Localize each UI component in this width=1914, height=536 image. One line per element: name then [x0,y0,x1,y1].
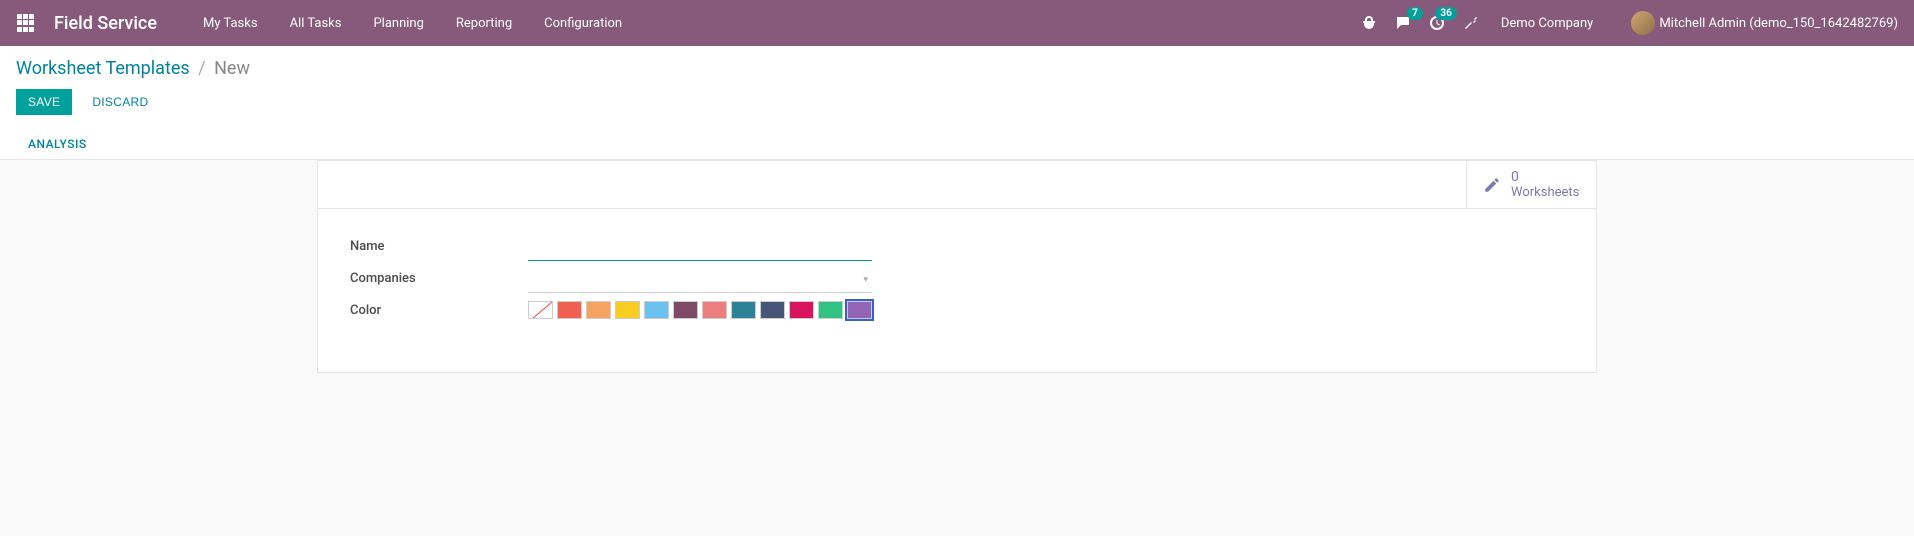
user-name-label: Mitchell Admin (demo_150_1642482769) [1659,16,1898,31]
breadcrumb-current: New [214,58,250,79]
systray: 7 36 Demo Company Mitchell Admin (demo_1… [1361,11,1898,35]
breadcrumb: Worksheet Templates / New [16,58,1898,79]
menu-planning[interactable]: Planning [357,0,439,46]
color-swatch-6[interactable] [702,301,727,319]
color-picker [528,301,872,319]
activities-badge: 36 [1435,7,1456,20]
action-buttons: Save Discard [16,89,1898,115]
menu-configuration[interactable]: Configuration [528,0,638,46]
content-area: 0 Worksheets Name Companies [0,160,1914,397]
app-title[interactable]: Field Service [54,13,157,34]
color-swatch-0[interactable] [528,301,553,319]
debug-icon[interactable] [1361,15,1377,31]
color-swatch-11[interactable] [847,301,872,319]
button-box: 0 Worksheets [318,161,1596,209]
color-swatch-5[interactable] [673,301,698,319]
name-label: Name [350,233,520,265]
form-body: Name Companies ▾ [318,209,1596,372]
worksheets-label: Worksheets [1511,185,1579,200]
worksheets-stat-button[interactable]: 0 Worksheets [1466,161,1596,208]
company-switcher[interactable]: Demo Company [1501,16,1593,31]
menu-all-tasks[interactable]: All Tasks [274,0,358,46]
user-menu[interactable]: Mitchell Admin (demo_150_1642482769) [1631,11,1898,35]
discard-button[interactable]: Discard [80,89,160,115]
color-swatch-4[interactable] [644,301,669,319]
color-swatch-3[interactable] [615,301,640,319]
companies-label: Companies [350,265,520,297]
companies-input[interactable] [528,269,872,293]
menu-my-tasks[interactable]: My Tasks [187,0,274,46]
main-navbar: Field Service My Tasks All Tasks Plannin… [0,0,1914,46]
form-sheet: 0 Worksheets Name Companies [317,160,1597,373]
control-panel: Worksheet Templates / New Save Discard A… [0,46,1914,160]
color-label: Color [350,297,520,324]
pencil-icon [1483,176,1501,194]
color-swatch-1[interactable] [557,301,582,319]
main-menu: My Tasks All Tasks Planning Reporting Co… [187,0,638,46]
activities-icon[interactable]: 36 [1429,15,1445,31]
save-button[interactable]: Save [16,89,72,115]
apps-menu-icon[interactable] [16,13,36,33]
color-swatch-7[interactable] [731,301,756,319]
view-tabs: Analysis [16,129,1898,159]
color-swatch-9[interactable] [789,301,814,319]
menu-reporting[interactable]: Reporting [440,0,528,46]
color-swatch-2[interactable] [586,301,611,319]
breadcrumb-parent[interactable]: Worksheet Templates [16,58,190,79]
tab-analysis[interactable]: Analysis [16,129,99,159]
name-input[interactable] [528,237,872,261]
worksheets-count: 0 [1511,169,1579,185]
avatar [1631,11,1655,35]
color-swatch-8[interactable] [760,301,785,319]
settings-icon[interactable] [1463,15,1479,31]
messaging-badge: 7 [1407,7,1423,20]
color-swatch-10[interactable] [818,301,843,319]
messaging-icon[interactable]: 7 [1395,15,1411,31]
